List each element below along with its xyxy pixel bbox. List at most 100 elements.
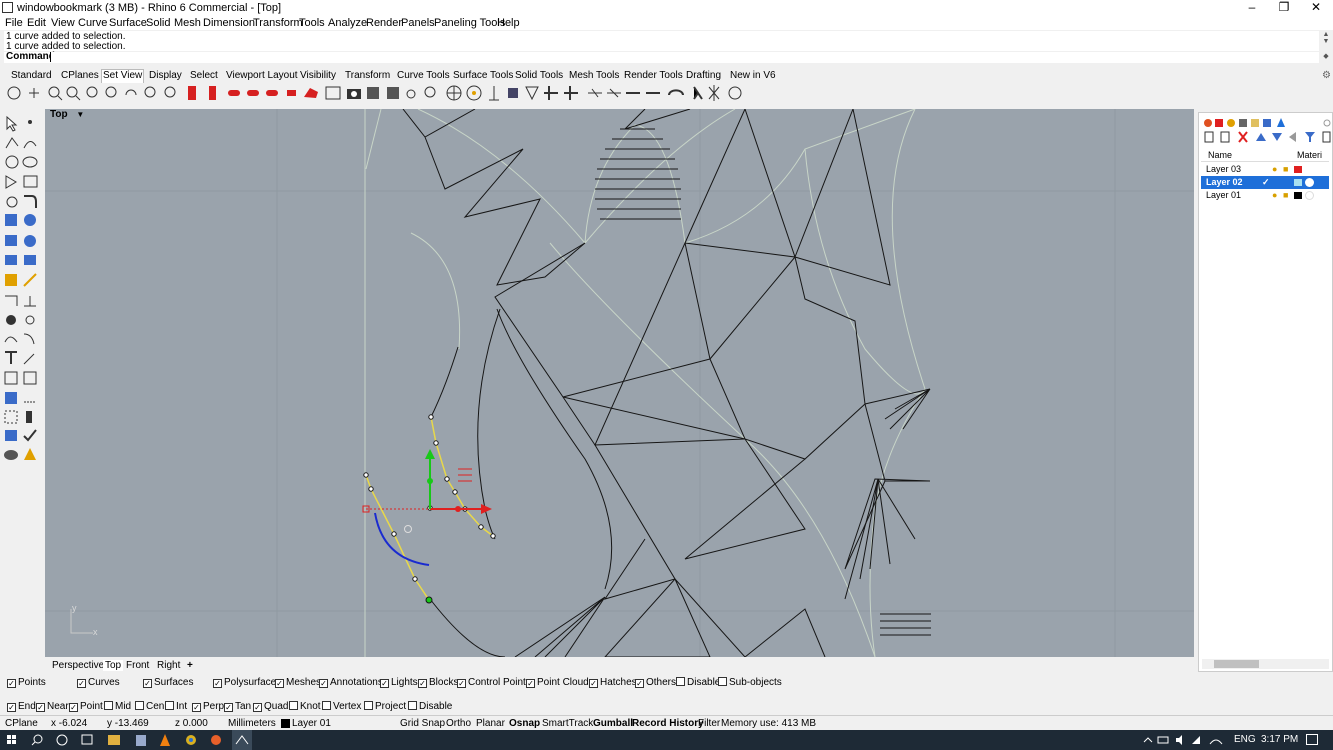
- explode-icon[interactable]: [708, 85, 720, 101]
- planar-toggle[interactable]: Planar: [476, 718, 505, 729]
- fillet-icon[interactable]: [24, 195, 37, 208]
- checkbox-icon[interactable]: [322, 701, 331, 710]
- tab-drafting[interactable]: Drafting: [685, 70, 722, 81]
- checkbox-icon[interactable]: ✓: [224, 703, 233, 712]
- display-tab-icon[interactable]: [1263, 119, 1271, 127]
- join-icon[interactable]: [4, 336, 18, 343]
- filter-annotations[interactable]: ✓ Annotations: [319, 677, 383, 689]
- zoom-target-icon[interactable]: [164, 86, 176, 98]
- render-tab-icon[interactable]: [1227, 119, 1235, 127]
- analyze-icon[interactable]: [26, 411, 32, 423]
- polyline-icon[interactable]: [5, 137, 19, 149]
- tab-mesh-tools[interactable]: Mesh Tools: [568, 70, 620, 81]
- zoom-selected-icon[interactable]: [105, 86, 117, 98]
- layers-tab-icon[interactable]: [1215, 119, 1223, 127]
- ungroup-icon[interactable]: [23, 371, 37, 385]
- view-right-icon[interactable]: [247, 90, 259, 96]
- layers-header-name[interactable]: Name: [1208, 149, 1232, 162]
- rectangle-icon[interactable]: [23, 175, 38, 188]
- menu-view[interactable]: View: [51, 17, 75, 29]
- lightbulb-icon[interactable]: ●: [1272, 163, 1277, 176]
- material-icon[interactable]: [24, 448, 36, 460]
- material-swatch[interactable]: [1305, 191, 1314, 200]
- tab-cplanes[interactable]: CPlanes: [60, 70, 100, 81]
- zoom-out-icon[interactable]: [144, 86, 156, 98]
- checkbox-icon[interactable]: [104, 701, 113, 710]
- checkbox-icon[interactable]: ✓: [457, 679, 466, 688]
- dark-curves[interactable]: [429, 308, 613, 657]
- menu-render[interactable]: Render: [366, 17, 402, 29]
- checkbox-icon[interactable]: ✓: [380, 679, 389, 688]
- search-icon[interactable]: [31, 734, 43, 746]
- checkbox-icon[interactable]: [289, 701, 298, 710]
- volume-icon[interactable]: [1176, 735, 1182, 745]
- filter-points[interactable]: ✓ Points: [7, 677, 46, 689]
- layer-row-layer-01[interactable]: Layer 01 ● ■: [1201, 189, 1329, 202]
- battery-icon[interactable]: [1157, 736, 1169, 744]
- boolean-icon[interactable]: [24, 235, 36, 247]
- undo-view-icon[interactable]: [125, 89, 137, 96]
- cylinder-icon[interactable]: [5, 392, 17, 404]
- split-icon[interactable]: [25, 315, 35, 325]
- tab-curve-tools[interactable]: Curve Tools: [396, 70, 451, 81]
- ellipse-icon[interactable]: [22, 156, 38, 168]
- checkbox-icon[interactable]: ✓: [418, 679, 427, 688]
- cplane-elevation-icon[interactable]: [489, 86, 499, 101]
- close-button[interactable]: ✕: [1300, 0, 1332, 16]
- layer-color-swatch[interactable]: [1294, 192, 1302, 199]
- layer-color-swatch[interactable]: [1294, 166, 1302, 173]
- leader-icon[interactable]: [23, 353, 35, 365]
- status-units[interactable]: Millimeters: [228, 718, 276, 729]
- sphere-icon[interactable]: [406, 89, 416, 99]
- rhino-taskbar-icon[interactable]: [232, 730, 252, 750]
- move-layer-up-icon[interactable]: [1256, 133, 1266, 141]
- zoom-window-icon[interactable]: [86, 86, 98, 98]
- walkabout-icon[interactable]: [693, 86, 703, 100]
- lock-icon[interactable]: ■: [1283, 189, 1288, 202]
- vlc-icon[interactable]: [160, 734, 170, 746]
- checkbox-icon[interactable]: ✓: [635, 679, 644, 688]
- windows-start-icon[interactable]: [7, 735, 16, 744]
- osnap-perp[interactable]: ✓ Perp: [192, 701, 224, 713]
- move-layer-parent-icon[interactable]: [1289, 132, 1296, 142]
- checkbox-icon[interactable]: [364, 701, 373, 710]
- text-icon[interactable]: [5, 351, 17, 364]
- osnap-cen[interactable]: Cen: [135, 701, 164, 713]
- mesh-icon[interactable]: [24, 255, 36, 265]
- trim-icon[interactable]: [6, 315, 16, 325]
- record-history-toggle[interactable]: Record History: [632, 718, 704, 729]
- menu-analyze[interactable]: Analyze: [328, 17, 367, 29]
- tab-set-view[interactable]: Set View: [101, 69, 145, 83]
- osnap-near[interactable]: ✓ Near: [36, 701, 69, 713]
- tab-top[interactable]: Top: [103, 660, 124, 671]
- tab-new-in-v6[interactable]: New in V6: [729, 70, 777, 81]
- tab-perspective[interactable]: Perspective: [52, 660, 104, 671]
- new-sublayer-icon[interactable]: [1220, 131, 1230, 143]
- layers-header-material[interactable]: Materi: [1297, 149, 1322, 162]
- osnap-quad[interactable]: ✓ Quad: [253, 701, 288, 713]
- menu-panels[interactable]: Panels: [401, 17, 435, 29]
- status-layer[interactable]: Layer 01: [292, 718, 331, 729]
- cplane-x-icon[interactable]: [544, 86, 558, 100]
- light-icon[interactable]: [424, 86, 436, 98]
- filter-hatches[interactable]: ✓ Hatches: [589, 677, 637, 689]
- cplane-icon[interactable]: [446, 85, 462, 101]
- checkbox-icon[interactable]: ✓: [253, 703, 262, 712]
- filter-disable[interactable]: Disable: [676, 677, 720, 689]
- select-arrow-icon[interactable]: [6, 115, 18, 132]
- app-icon[interactable]: [136, 735, 146, 746]
- circle-center-icon[interactable]: [6, 196, 18, 208]
- render-icon[interactable]: [5, 430, 17, 441]
- smarttrack-toggle[interactable]: SmartTrack: [542, 718, 593, 729]
- view-front-icon[interactable]: [266, 90, 278, 96]
- checkbox-icon[interactable]: [676, 677, 685, 686]
- osnap-knot[interactable]: Knot: [289, 701, 321, 713]
- osnap-project[interactable]: Project: [364, 701, 406, 713]
- top-viewport[interactable]: y x: [45, 109, 1194, 657]
- panel-settings-icon[interactable]: [1323, 119, 1331, 127]
- sphere-render-icon[interactable]: [4, 450, 18, 460]
- filter-others[interactable]: ✓ Others: [635, 677, 676, 689]
- view-perspective-icon[interactable]: [304, 88, 318, 98]
- osnap-tan[interactable]: ✓ Tan: [224, 701, 251, 713]
- checkbox-icon[interactable]: ✓: [69, 703, 78, 712]
